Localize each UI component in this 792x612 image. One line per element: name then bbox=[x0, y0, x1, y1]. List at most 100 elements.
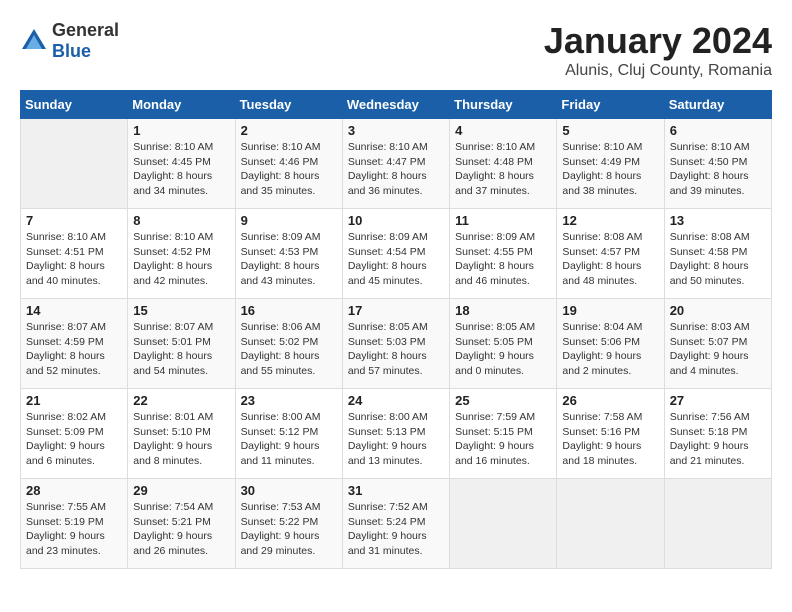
day-number: 1 bbox=[133, 123, 229, 138]
weekday-header-friday: Friday bbox=[557, 91, 664, 119]
calendar-cell: 18 Sunrise: 8:05 AMSunset: 5:05 PMDayligh… bbox=[450, 299, 557, 389]
calendar-cell: 31Sunrise: 7:52 AMSunset: 5:24 PMDayligh… bbox=[342, 479, 449, 569]
calendar-cell: 10 Sunrise: 8:09 AMSunset: 4:54 PMDayligh… bbox=[342, 209, 449, 299]
day-detail: Sunrise: 8:00 AMSunset: 5:12 PMDaylight:… bbox=[241, 411, 321, 467]
day-detail: Sunrise: 8:10 AMSunset: 4:45 PMDaylight:… bbox=[133, 141, 213, 197]
day-detail: Sunrise: 8:09 AMSunset: 4:53 PMDaylight:… bbox=[241, 231, 321, 287]
day-detail: Sunrise: 8:01 AMSunset: 5:10 PMDaylight:… bbox=[133, 411, 213, 467]
day-number: 24 bbox=[348, 393, 444, 408]
day-number: 9 bbox=[241, 213, 337, 228]
logo-icon bbox=[20, 27, 48, 55]
day-number: 5 bbox=[562, 123, 658, 138]
calendar-cell: 11Sunrise: 8:09 AMSunset: 4:55 PMDayligh… bbox=[450, 209, 557, 299]
day-detail: Sunrise: 8:02 AMSunset: 5:09 PMDaylight:… bbox=[26, 411, 106, 467]
day-detail: Sunrise: 8:07 AMSunset: 5:01 PMDaylight:… bbox=[133, 321, 213, 377]
day-number: 27 bbox=[670, 393, 766, 408]
day-detail: Sunrise: 8:07 AMSunset: 4:59 PMDaylight:… bbox=[26, 321, 106, 377]
calendar-cell: 13Sunrise: 8:08 AMSunset: 4:58 PMDayligh… bbox=[664, 209, 771, 299]
calendar-cell: 9 Sunrise: 8:09 AMSunset: 4:53 PMDaylight… bbox=[235, 209, 342, 299]
day-number: 19 bbox=[562, 303, 658, 318]
day-detail: Sunrise: 8:09 AMSunset: 4:54 PMDaylight:… bbox=[348, 231, 428, 287]
weekday-header-wednesday: Wednesday bbox=[342, 91, 449, 119]
day-detail: Sunrise: 8:10 AMSunset: 4:49 PMDaylight:… bbox=[562, 141, 642, 197]
weekday-header-sunday: Sunday bbox=[21, 91, 128, 119]
calendar-cell: 19Sunrise: 8:04 AMSunset: 5:06 PMDayligh… bbox=[557, 299, 664, 389]
calendar-cell bbox=[664, 479, 771, 569]
day-detail: Sunrise: 8:05 AMSunset: 5:05 PMDaylight:… bbox=[455, 321, 535, 377]
calendar-cell: 24 Sunrise: 8:00 AMSunset: 5:13 PMDayligh… bbox=[342, 389, 449, 479]
day-detail: Sunrise: 7:58 AMSunset: 5:16 PMDaylight:… bbox=[562, 411, 642, 467]
day-number: 12 bbox=[562, 213, 658, 228]
day-number: 20 bbox=[670, 303, 766, 318]
day-number: 4 bbox=[455, 123, 551, 138]
calendar-cell: 28 Sunrise: 7:55 AMSunset: 5:19 PMDayligh… bbox=[21, 479, 128, 569]
day-number: 29 bbox=[133, 483, 229, 498]
calendar-cell: 16 Sunrise: 8:06 AMSunset: 5:02 PMDayligh… bbox=[235, 299, 342, 389]
calendar-cell: 3 Sunrise: 8:10 AMSunset: 4:47 PMDaylight… bbox=[342, 119, 449, 209]
calendar-cell bbox=[21, 119, 128, 209]
day-detail: Sunrise: 7:56 AMSunset: 5:18 PMDaylight:… bbox=[670, 411, 750, 467]
day-number: 2 bbox=[241, 123, 337, 138]
day-detail: Sunrise: 8:10 AMSunset: 4:46 PMDaylight:… bbox=[241, 141, 321, 197]
day-number: 21 bbox=[26, 393, 122, 408]
day-number: 8 bbox=[133, 213, 229, 228]
weekday-header-saturday: Saturday bbox=[664, 91, 771, 119]
day-number: 18 bbox=[455, 303, 551, 318]
calendar-cell: 12 Sunrise: 8:08 AMSunset: 4:57 PMDayligh… bbox=[557, 209, 664, 299]
day-detail: Sunrise: 7:53 AMSunset: 5:22 PMDaylight:… bbox=[241, 501, 321, 557]
calendar-cell: 26Sunrise: 7:58 AMSunset: 5:16 PMDayligh… bbox=[557, 389, 664, 479]
calendar-cell: 17 Sunrise: 8:05 AMSunset: 5:03 PMDayligh… bbox=[342, 299, 449, 389]
calendar-cell: 22Sunrise: 8:01 AMSunset: 5:10 PMDayligh… bbox=[128, 389, 235, 479]
month-title: January 2024 bbox=[544, 20, 772, 62]
day-detail: Sunrise: 8:05 AMSunset: 5:03 PMDaylight:… bbox=[348, 321, 428, 377]
day-detail: Sunrise: 8:08 AMSunset: 4:58 PMDaylight:… bbox=[670, 231, 750, 287]
day-detail: Sunrise: 8:03 AMSunset: 5:07 PMDaylight:… bbox=[670, 321, 750, 377]
day-detail: Sunrise: 7:54 AMSunset: 5:21 PMDaylight:… bbox=[133, 501, 213, 557]
logo-general: General bbox=[52, 20, 119, 40]
day-number: 30 bbox=[241, 483, 337, 498]
calendar-cell: 29 Sunrise: 7:54 AMSunset: 5:21 PMDayligh… bbox=[128, 479, 235, 569]
day-number: 16 bbox=[241, 303, 337, 318]
day-number: 11 bbox=[455, 213, 551, 228]
calendar-cell: 23 Sunrise: 8:00 AMSunset: 5:12 PMDayligh… bbox=[235, 389, 342, 479]
calendar-cell bbox=[450, 479, 557, 569]
weekday-header-monday: Monday bbox=[128, 91, 235, 119]
day-detail: Sunrise: 8:00 AMSunset: 5:13 PMDaylight:… bbox=[348, 411, 428, 467]
calendar-cell: 5 Sunrise: 8:10 AMSunset: 4:49 PMDaylight… bbox=[557, 119, 664, 209]
calendar-week-row: 21 Sunrise: 8:02 AMSunset: 5:09 PMDayligh… bbox=[21, 389, 772, 479]
day-detail: Sunrise: 8:06 AMSunset: 5:02 PMDaylight:… bbox=[241, 321, 321, 377]
calendar-cell: 7 Sunrise: 8:10 AMSunset: 4:51 PMDaylight… bbox=[21, 209, 128, 299]
day-detail: Sunrise: 7:59 AMSunset: 5:15 PMDaylight:… bbox=[455, 411, 535, 467]
day-number: 23 bbox=[241, 393, 337, 408]
day-number: 7 bbox=[26, 213, 122, 228]
day-number: 17 bbox=[348, 303, 444, 318]
calendar-cell: 14 Sunrise: 8:07 AMSunset: 4:59 PMDayligh… bbox=[21, 299, 128, 389]
calendar-week-row: 1 Sunrise: 8:10 AMSunset: 4:45 PMDaylight… bbox=[21, 119, 772, 209]
weekday-header-tuesday: Tuesday bbox=[235, 91, 342, 119]
day-detail: Sunrise: 8:10 AMSunset: 4:47 PMDaylight:… bbox=[348, 141, 428, 197]
calendar-cell: 25 Sunrise: 7:59 AMSunset: 5:15 PMDayligh… bbox=[450, 389, 557, 479]
day-number: 14 bbox=[26, 303, 122, 318]
calendar-cell: 21 Sunrise: 8:02 AMSunset: 5:09 PMDayligh… bbox=[21, 389, 128, 479]
page-header: General Blue January 2024 Alunis, Cluj C… bbox=[20, 20, 772, 80]
calendar-cell: 4 Sunrise: 8:10 AMSunset: 4:48 PMDaylight… bbox=[450, 119, 557, 209]
calendar-week-row: 7 Sunrise: 8:10 AMSunset: 4:51 PMDaylight… bbox=[21, 209, 772, 299]
calendar-week-row: 14 Sunrise: 8:07 AMSunset: 4:59 PMDayligh… bbox=[21, 299, 772, 389]
day-detail: Sunrise: 8:10 AMSunset: 4:51 PMDaylight:… bbox=[26, 231, 106, 287]
calendar-cell: 30 Sunrise: 7:53 AMSunset: 5:22 PMDayligh… bbox=[235, 479, 342, 569]
day-number: 25 bbox=[455, 393, 551, 408]
day-number: 10 bbox=[348, 213, 444, 228]
day-number: 15 bbox=[133, 303, 229, 318]
day-number: 3 bbox=[348, 123, 444, 138]
day-detail: Sunrise: 8:10 AMSunset: 4:50 PMDaylight:… bbox=[670, 141, 750, 197]
calendar-cell: 6 Sunrise: 8:10 AMSunset: 4:50 PMDaylight… bbox=[664, 119, 771, 209]
day-number: 28 bbox=[26, 483, 122, 498]
day-detail: Sunrise: 7:55 AMSunset: 5:19 PMDaylight:… bbox=[26, 501, 106, 557]
day-number: 31 bbox=[348, 483, 444, 498]
day-detail: Sunrise: 8:08 AMSunset: 4:57 PMDaylight:… bbox=[562, 231, 642, 287]
calendar-table: SundayMondayTuesdayWednesdayThursdayFrid… bbox=[20, 90, 772, 569]
day-detail: Sunrise: 8:10 AMSunset: 4:48 PMDaylight:… bbox=[455, 141, 535, 197]
day-number: 6 bbox=[670, 123, 766, 138]
calendar-cell bbox=[557, 479, 664, 569]
calendar-cell: 15 Sunrise: 8:07 AMSunset: 5:01 PMDayligh… bbox=[128, 299, 235, 389]
